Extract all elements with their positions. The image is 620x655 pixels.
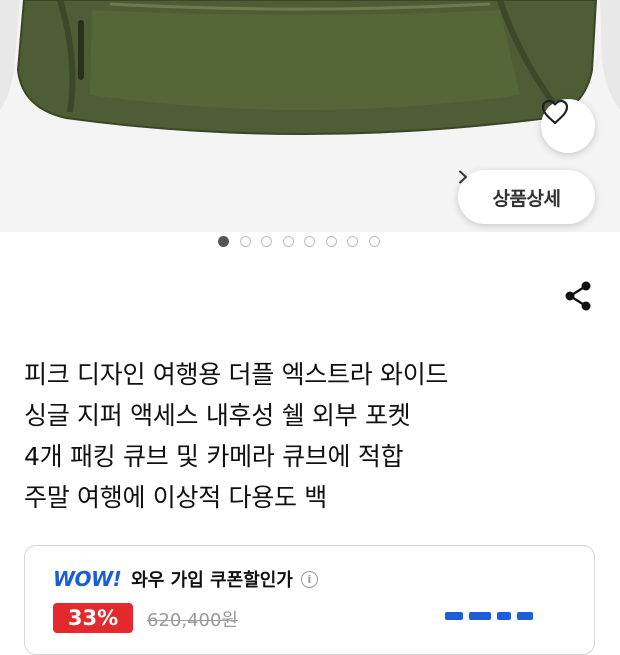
share-button[interactable] <box>562 280 594 312</box>
info-icon[interactable]: i <box>300 570 318 588</box>
wow-coupon-header: WOW! 와우 가입 쿠폰할인가 i <box>53 566 318 592</box>
carousel-dot[interactable] <box>261 235 272 247</box>
product-title-line: 주말 여행에 이상적 다용도 백 <box>24 483 327 512</box>
carousel-dot[interactable] <box>347 235 358 247</box>
heart-icon <box>541 99 569 125</box>
product-title-line: 피크 디자인 여행용 더플 엑스트라 와이드 <box>24 360 449 389</box>
carousel-dot[interactable] <box>304 235 315 247</box>
carousel-dot[interactable] <box>325 235 337 247</box>
product-title: 피크 디자인 여행용 더플 엑스트라 와이드 싱글 지퍼 액세스 내후성 쉘 외… <box>24 354 604 518</box>
carousel-dot[interactable] <box>368 235 380 247</box>
discount-badge: 33% <box>53 603 133 633</box>
wow-coupon-card[interactable]: WOW! 와우 가입 쿠폰할인가 i 33% 620,400원 <box>24 545 595 655</box>
original-price: 620,400원 <box>147 610 238 631</box>
product-title-line: 싱글 지퍼 액세스 내후성 쉘 외부 포켓 <box>24 401 411 430</box>
carousel-dot[interactable] <box>239 235 251 247</box>
share-icon <box>565 281 591 311</box>
product-image[interactable]: 상품상세 <box>0 0 620 232</box>
carousel-dot[interactable] <box>282 235 294 247</box>
carousel-indicator <box>218 234 380 248</box>
product-detail-label: 상품상세 <box>492 187 561 210</box>
wishlist-button[interactable] <box>541 99 595 153</box>
chevron-right-icon <box>459 170 467 184</box>
wow-coupon-label: 와우 가입 쿠폰할인가 <box>131 570 293 591</box>
product-detail-button[interactable]: 상품상세 <box>458 170 595 224</box>
coupon-download-link[interactable] <box>445 612 545 626</box>
product-title-line: 4개 패킹 큐브 및 카메라 큐브에 적합 <box>24 442 404 471</box>
wow-logo: WOW! <box>53 567 122 591</box>
carousel-dot[interactable] <box>218 235 229 247</box>
